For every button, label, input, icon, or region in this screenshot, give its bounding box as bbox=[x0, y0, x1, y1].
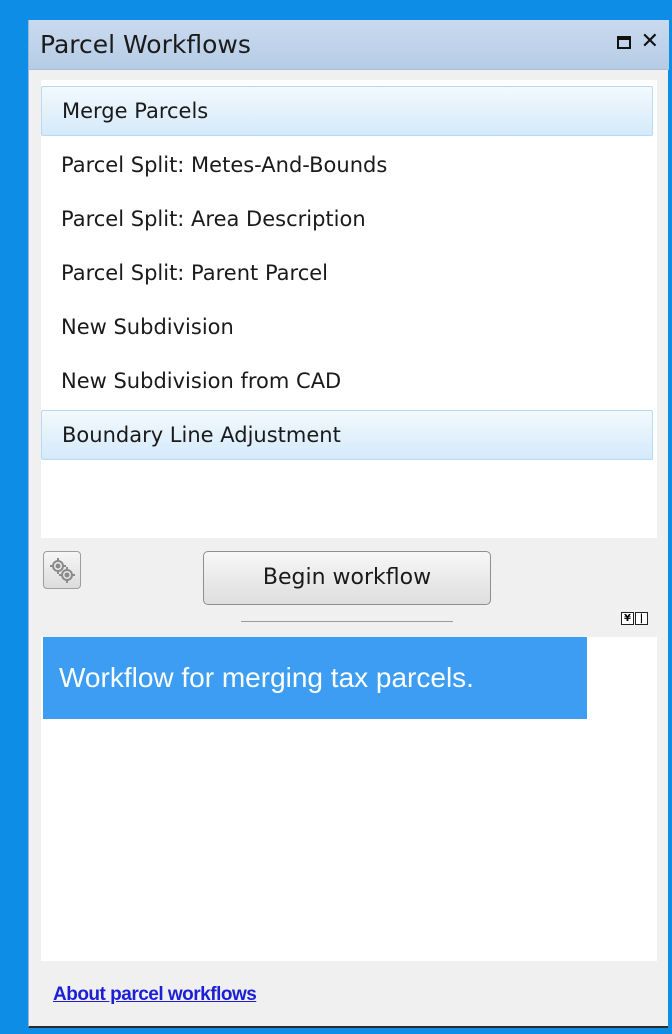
panel-title: Parcel Workflows bbox=[40, 30, 251, 59]
parcel-workflows-panel: Parcel Workflows ✕ Merge Parcels Parcel … bbox=[28, 20, 669, 1028]
list-item-merge-parcels[interactable]: Merge Parcels bbox=[41, 86, 653, 136]
description-area: Workflow for merging tax parcels. bbox=[41, 637, 657, 961]
maximize-icon[interactable] bbox=[616, 35, 631, 49]
collapse-icon[interactable]: ¥ bbox=[621, 612, 634, 625]
begin-workflow-button[interactable]: Begin workflow bbox=[203, 551, 491, 605]
settings-button[interactable] bbox=[43, 551, 81, 589]
list-item-split-parent-parcel[interactable]: Parcel Split: Parent Parcel bbox=[41, 248, 653, 298]
description-toggle: ¥ | bbox=[621, 612, 648, 625]
close-icon[interactable]: ✕ bbox=[641, 31, 659, 53]
list-item-split-metes-and-bounds[interactable]: Parcel Split: Metes-And-Bounds bbox=[41, 140, 653, 190]
list-item-boundary-line-adjustment[interactable]: Boundary Line Adjustment bbox=[41, 410, 653, 460]
window-controls: ✕ bbox=[616, 31, 659, 53]
list-item-new-subdivision[interactable]: New Subdivision bbox=[41, 302, 653, 352]
list-item-split-area-description[interactable]: Parcel Split: Area Description bbox=[41, 194, 653, 244]
workflow-description: Workflow for merging tax parcels. bbox=[43, 637, 587, 719]
panel-titlebar: Parcel Workflows ✕ bbox=[29, 20, 669, 70]
list-item-new-subdivision-cad[interactable]: New Subdivision from CAD bbox=[41, 356, 653, 406]
about-parcel-workflows-link[interactable]: About parcel workflows bbox=[53, 984, 257, 1006]
splitter-handle[interactable] bbox=[241, 621, 453, 622]
pane-icon[interactable]: | bbox=[635, 612, 648, 625]
workflow-list: Merge Parcels Parcel Split: Metes-And-Bo… bbox=[41, 80, 657, 538]
gear-icon bbox=[50, 558, 75, 583]
